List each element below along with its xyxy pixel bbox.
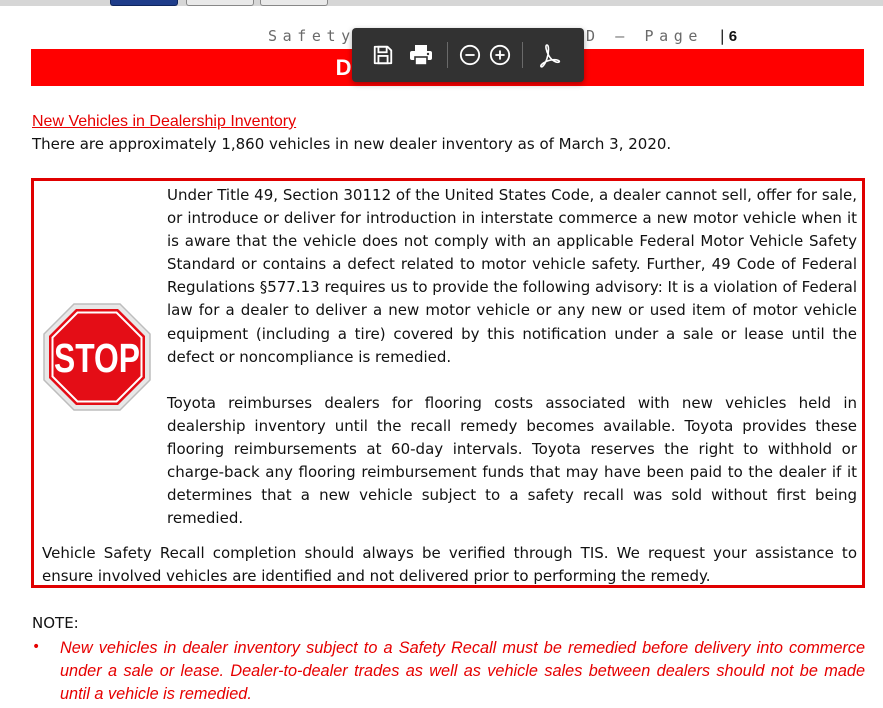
zoom-out-button[interactable] <box>455 35 485 75</box>
note-label: NOTE: <box>32 614 79 632</box>
note-bullet: • <box>32 639 41 655</box>
running-header-title: Safety <box>268 27 356 45</box>
inventory-sentence: There are approximately 1,860 vehicles i… <box>32 135 672 153</box>
stop-sign-text: STOP <box>54 335 140 381</box>
open-in-acrobat-button[interactable] <box>530 35 568 75</box>
stop-advisory-box: STOP Under Title 49, Section 30112 of th… <box>31 178 865 588</box>
browser-tab-strip <box>0 0 883 6</box>
stop-sign-icon: STOP <box>43 303 151 411</box>
browser-tab[interactable] <box>260 0 328 6</box>
save-icon <box>373 45 393 65</box>
acrobat-icon <box>540 44 561 68</box>
section-heading-link[interactable]: New Vehicles in Dealership Inventory <box>32 113 296 131</box>
browser-tab-active[interactable] <box>110 0 178 6</box>
zoom-in-icon <box>489 44 511 66</box>
toolbar-separator <box>522 42 523 68</box>
flooring-reimbursement-paragraph: Toyota reimburses dealers for flooring c… <box>167 394 857 528</box>
legal-advisory-paragraph: Under Title 49, Section 30112 of the Uni… <box>167 186 857 366</box>
toolbar-separator <box>447 42 448 68</box>
tis-verification-paragraph: Vehicle Safety Recall completion should … <box>42 544 857 586</box>
browser-tab[interactable] <box>186 0 254 6</box>
print-button[interactable] <box>402 35 440 75</box>
zoom-out-icon <box>459 44 481 66</box>
zoom-in-button[interactable] <box>485 35 515 75</box>
save-button[interactable] <box>364 35 402 75</box>
pdf-viewer-toolbar <box>352 28 584 82</box>
page-number: 6 <box>728 28 738 45</box>
note-text: New vehicles in dealer inventory subject… <box>60 639 865 703</box>
print-icon <box>410 45 432 66</box>
